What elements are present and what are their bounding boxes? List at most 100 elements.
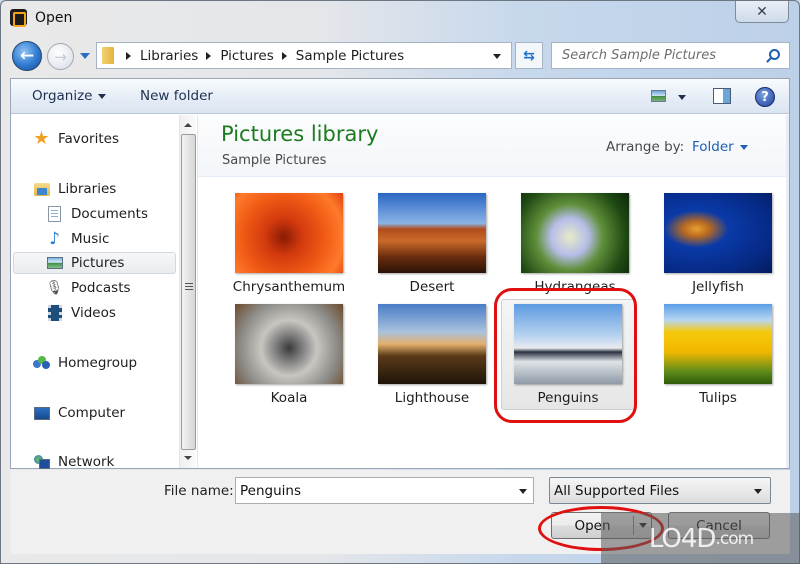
thumbnail-jellyfish — [664, 193, 772, 273]
back-button[interactable]: ← — [12, 41, 42, 71]
search-box — [551, 42, 790, 69]
navigation-pane: ★ Favorites Libraries Documents ♪ Music … — [11, 115, 179, 471]
file-name: Chrysanthemum — [232, 279, 346, 295]
sidebar-item-label: Podcasts — [71, 280, 131, 296]
arrange-by-dropdown[interactable]: Folder — [692, 139, 748, 155]
file-name: Koala — [270, 390, 308, 406]
window-title: Open — [35, 10, 73, 26]
file-name: Lighthouse — [394, 390, 470, 406]
star-icon: ★ — [33, 128, 50, 149]
open-dialog: Open ✕ ← → Libraries Pictures Sample Pic… — [0, 0, 800, 564]
file-tile-selected[interactable]: Penguins — [501, 299, 635, 410]
close-button[interactable]: ✕ — [735, 1, 789, 23]
file-tile[interactable]: Desert — [365, 189, 499, 299]
file-tile[interactable]: Lighthouse — [365, 300, 499, 410]
breadcrumb-libraries[interactable]: Libraries — [140, 48, 198, 64]
forward-arrow-icon: → — [54, 47, 67, 66]
pictures-icon — [46, 255, 63, 272]
address-dropdown-icon[interactable] — [493, 54, 501, 59]
sidebar-item-label: Pictures — [71, 255, 125, 271]
music-icon: ♪ — [49, 228, 60, 249]
file-tile[interactable]: Hydrangeas — [508, 189, 642, 299]
help-icon[interactable]: ? — [755, 87, 775, 107]
sidebar-item-label: Computer — [58, 405, 126, 421]
sidebar-item-label: Favorites — [58, 131, 119, 147]
organize-button[interactable]: Organize — [32, 88, 107, 104]
close-icon: ✕ — [756, 3, 768, 20]
grip-icon — [185, 283, 193, 292]
file-name-field — [235, 477, 534, 504]
breadcrumb-sample-pictures[interactable]: Sample Pictures — [296, 48, 404, 64]
network-icon — [33, 454, 50, 471]
sidebar-item-music[interactable]: ♪ Music — [46, 228, 109, 250]
videos-icon — [46, 305, 63, 322]
file-name: Hydrangeas — [534, 279, 616, 295]
sidebar-item-label: Homegroup — [58, 355, 138, 371]
chevron-down-icon — [739, 144, 748, 150]
folder-icon — [102, 47, 114, 64]
change-view-icon[interactable] — [651, 90, 666, 102]
navigation-pane-scrollbar[interactable] — [179, 115, 196, 468]
sidebar-item-label: Music — [71, 231, 110, 247]
breadcrumb-pictures[interactable]: Pictures — [220, 48, 273, 64]
chevron-down-icon — [754, 489, 762, 494]
browser-panel: Organize New folder ? ★ Favorites Librar… — [10, 78, 790, 471]
sidebar-item-computer[interactable]: Computer — [33, 402, 125, 424]
thumbnail-hydrangeas — [521, 193, 629, 273]
watermark-text: LO4D — [648, 524, 717, 554]
sidebar-item-documents[interactable]: Documents — [46, 203, 148, 225]
file-name: Tulips — [699, 390, 737, 406]
file-tile[interactable]: Tulips — [651, 300, 785, 410]
watermark-suffix: .com — [715, 529, 754, 549]
thumbnail-lighthouse — [378, 304, 486, 384]
file-tile[interactable]: Koala — [222, 300, 356, 410]
file-name-input[interactable] — [240, 482, 510, 499]
file-tile[interactable]: Chrysanthemum — [222, 189, 356, 299]
breadcrumb-separator-icon[interactable] — [281, 51, 287, 60]
recent-locations-dropdown[interactable] — [80, 53, 90, 59]
sidebar-item-pictures[interactable]: Pictures — [13, 252, 176, 274]
sidebar-item-label: Videos — [71, 305, 116, 321]
watermark-logo: LO4D .com — [601, 513, 800, 564]
organize-label: Organize — [32, 88, 93, 104]
file-name-dropdown-icon[interactable] — [519, 489, 527, 494]
file-name-label: File name: — [164, 483, 234, 499]
file-type-select[interactable]: All Supported Files — [549, 477, 771, 504]
computer-icon — [33, 405, 50, 422]
breadcrumb-separator-icon[interactable] — [126, 51, 131, 60]
arrange-by-label: Arrange by: — [606, 139, 685, 155]
sidebar-item-libraries[interactable]: Libraries — [33, 178, 116, 200]
scroll-up-icon[interactable] — [184, 123, 192, 127]
breadcrumb-separator-icon[interactable] — [206, 51, 212, 60]
libraries-icon — [33, 181, 50, 198]
homegroup-icon — [33, 355, 50, 372]
library-header: Pictures library Sample Pictures Arrange… — [198, 115, 789, 177]
back-arrow-icon: ← — [19, 46, 35, 66]
sidebar-item-videos[interactable]: Videos — [46, 302, 116, 324]
thumbnail-penguins — [514, 304, 622, 384]
file-tile[interactable]: Jellyfish — [651, 189, 785, 299]
podcasts-icon: 🎙 — [45, 280, 64, 296]
preview-pane-icon[interactable] — [713, 88, 731, 104]
library-subtitle: Sample Pictures — [222, 153, 327, 168]
navigation-bar: ← → Libraries Pictures Sample Pictures ⇆ — [1, 39, 799, 73]
sidebar-item-favorites[interactable]: ★ Favorites — [33, 128, 119, 150]
thumbnail-tulips — [664, 304, 772, 384]
thumbnail-koala — [235, 304, 343, 384]
address-bar[interactable]: Libraries Pictures Sample Pictures — [96, 42, 512, 69]
sidebar-item-podcasts[interactable]: 🎙 Podcasts — [46, 277, 131, 299]
file-name: Penguins — [537, 390, 599, 406]
new-folder-button[interactable]: New folder — [140, 88, 213, 104]
view-options-dropdown-icon[interactable] — [678, 95, 686, 100]
thumbnail-chrysanthemum — [235, 193, 343, 273]
sidebar-item-homegroup[interactable]: Homegroup — [33, 352, 137, 374]
search-icon[interactable] — [769, 49, 780, 60]
search-input[interactable] — [562, 48, 762, 63]
forward-button[interactable]: → — [47, 43, 74, 70]
file-name: Desert — [409, 279, 455, 295]
scrollbar-thumb[interactable] — [181, 134, 196, 450]
command-toolbar: Organize New folder ? — [11, 79, 789, 114]
refresh-button[interactable]: ⇆ — [515, 42, 543, 69]
scroll-down-icon[interactable] — [184, 456, 192, 460]
arrange-by-value: Folder — [692, 139, 734, 155]
